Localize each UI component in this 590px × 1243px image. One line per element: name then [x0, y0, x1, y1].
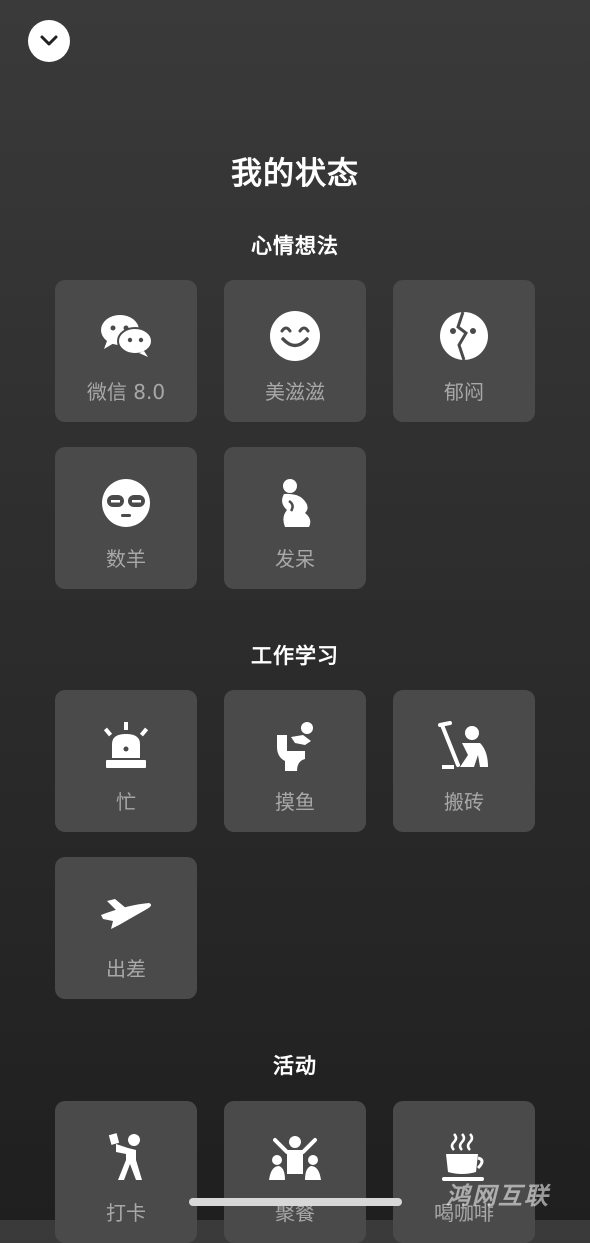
section-title-mood: 心情想法	[251, 234, 339, 258]
status-tile-daze[interactable]: 发呆	[224, 447, 366, 589]
status-label: 郁闷	[444, 380, 484, 404]
status-tile-dinner-party[interactable]: 聚餐	[224, 1101, 366, 1243]
status-tile-busy[interactable]: 忙	[55, 690, 197, 832]
worker-icon	[393, 716, 535, 776]
watermark: 鸿网互联	[446, 1182, 550, 1210]
status-tile-wechat[interactable]: 微信 8.0	[55, 280, 197, 422]
alarm-siren-icon	[55, 716, 197, 776]
status-tile-count-sheep[interactable]: 数羊	[55, 447, 197, 589]
sleep-mask-face-icon	[55, 473, 197, 533]
status-label: 出差	[106, 957, 146, 981]
status-tile-business-trip[interactable]: 出差	[55, 857, 197, 999]
wechat-icon	[55, 306, 197, 366]
status-tile-gloomy[interactable]: 郁闷	[393, 280, 535, 422]
status-tile-happy[interactable]: 美滋滋	[224, 280, 366, 422]
status-tile-grind[interactable]: 搬砖	[393, 690, 535, 832]
status-tile-coffee[interactable]: 喝咖啡	[393, 1101, 535, 1243]
status-label: 搬砖	[444, 790, 484, 814]
smiley-face-icon	[224, 306, 366, 366]
status-label: 发呆	[275, 547, 315, 571]
daze-figure-icon	[224, 473, 366, 533]
page-title: 我的状态	[231, 156, 359, 192]
chevron-down-icon	[40, 35, 58, 46]
status-tile-check-in[interactable]: 打卡	[55, 1101, 197, 1243]
broken-face-icon	[393, 306, 535, 366]
status-tile-slack-off[interactable]: 摸鱼	[224, 690, 366, 832]
walking-figure-icon	[55, 1127, 197, 1187]
status-label: 打卡	[106, 1201, 146, 1225]
collapse-button[interactable]	[28, 20, 70, 62]
group-cheer-icon	[224, 1127, 366, 1187]
section-title-work: 工作学习	[251, 644, 339, 668]
status-label: 微信 8.0	[86, 380, 166, 404]
airplane-icon	[55, 883, 197, 943]
status-label: 数羊	[106, 547, 146, 571]
section-title-activity: 活动	[273, 1054, 317, 1078]
status-label: 摸鱼	[275, 790, 315, 814]
status-label: 忙	[116, 790, 136, 814]
toilet-sitting-icon	[224, 716, 366, 776]
status-label: 美滋滋	[265, 380, 325, 404]
home-indicator[interactable]	[189, 1198, 402, 1206]
